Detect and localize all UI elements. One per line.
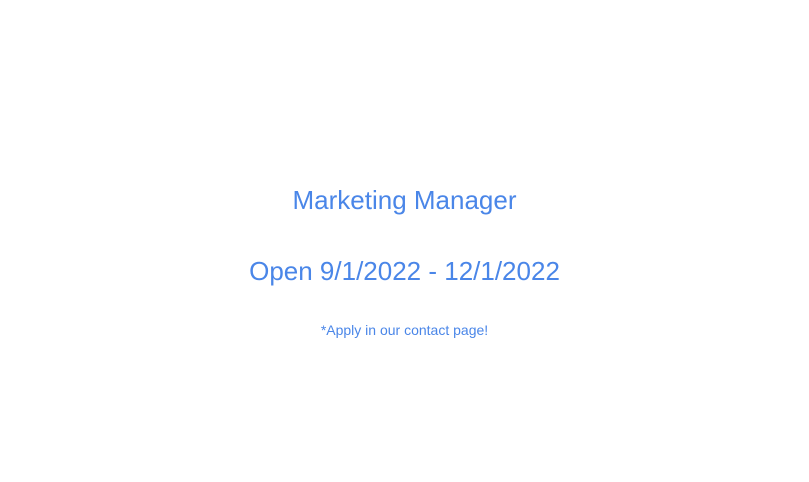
apply-note: *Apply in our contact page! bbox=[320, 322, 489, 338]
job-open-dates: Open 9/1/2022 - 12/1/2022 bbox=[249, 256, 560, 286]
job-title: Marketing Manager bbox=[292, 185, 517, 215]
job-posting-section: Marketing Manager Open 9/1/2022 - 12/1/2… bbox=[0, 0, 809, 482]
